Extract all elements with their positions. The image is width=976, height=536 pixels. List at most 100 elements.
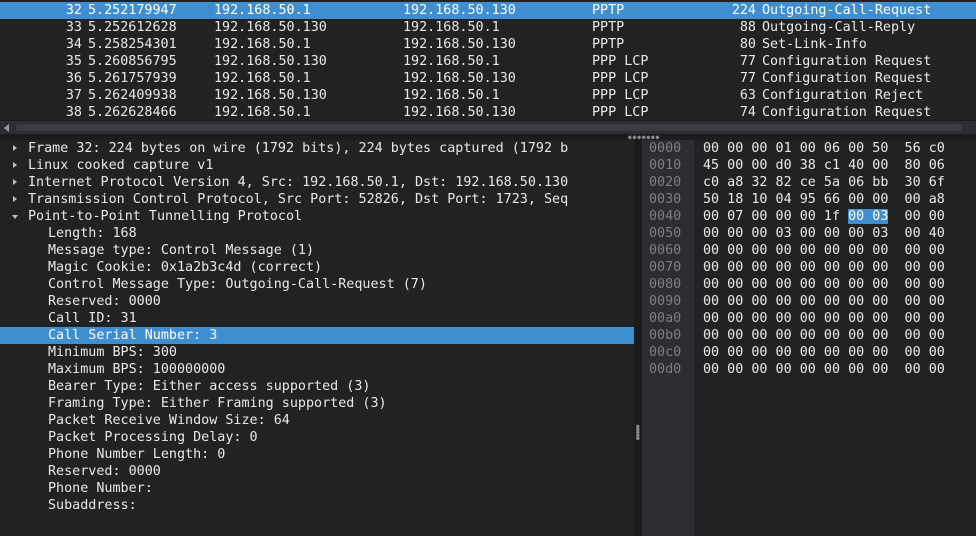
packet-source: 192.168.50.130 bbox=[214, 20, 327, 35]
hex-row[interactable]: 0040 00 07 00 00 00 1f 00 03 00 00 bbox=[642, 208, 976, 225]
hex-offset: 00d0 bbox=[649, 362, 682, 377]
packet-length: 88 bbox=[739, 20, 756, 35]
tree-item[interactable]: Message type: Control Message (1) bbox=[0, 242, 634, 259]
packet-number: 38 bbox=[65, 105, 82, 120]
packet-length: 224 bbox=[731, 3, 756, 18]
hex-row[interactable]: 0000 00 00 00 01 00 06 00 50 56 c0 bbox=[642, 140, 976, 157]
tree-item[interactable]: Transmission Control Protocol, Src Port:… bbox=[0, 191, 634, 208]
hex-offset: 0020 bbox=[649, 175, 682, 190]
hex-bytes[interactable]: 45 00 00 d0 38 c1 40 00 80 06 bbox=[703, 157, 945, 174]
hex-bytes[interactable]: 00 00 00 00 00 00 00 00 00 00 bbox=[703, 310, 945, 327]
packet-destination: 192.168.50.1 bbox=[403, 20, 500, 35]
packet-protocol: PPTP bbox=[592, 3, 625, 18]
hex-bytes[interactable]: 00 00 00 00 00 00 00 00 00 00 bbox=[703, 361, 945, 378]
hex-row[interactable]: 0010 45 00 00 d0 38 c1 40 00 80 06 bbox=[642, 157, 976, 174]
hex-bytes[interactable]: c0 a8 32 82 ce 5a 06 bb 30 6f bbox=[703, 174, 945, 191]
packet-row[interactable]: 34 5.258254301 192.168.50.1 192.168.50.130 P… bbox=[0, 36, 976, 53]
packet-details-tree[interactable]: Frame 32: 224 bytes on wire (1792 bits),… bbox=[0, 140, 634, 536]
packet-number: 36 bbox=[65, 71, 82, 86]
hex-bytes-pre: 50 18 10 04 95 66 00 00 00 a8 bbox=[703, 192, 945, 207]
hex-bytes[interactable]: 00 00 00 00 00 00 00 00 00 00 bbox=[703, 276, 945, 293]
tree-item[interactable]: Control Message Type: Outgoing-Call-Requ… bbox=[0, 276, 634, 293]
tree-item[interactable]: Reserved: 0000 bbox=[0, 463, 634, 480]
hex-row[interactable]: 0080 00 00 00 00 00 00 00 00 00 00 bbox=[642, 276, 976, 293]
tree-item[interactable]: Length: 168 bbox=[0, 225, 634, 242]
tree-item-label: Transmission Control Protocol, Src Port:… bbox=[28, 192, 569, 207]
packet-row[interactable]: 32 5.252179947 192.168.50.1 192.168.50.130 P… bbox=[0, 2, 976, 19]
packet-row[interactable]: 36 5.261757939 192.168.50.1 192.168.50.130 P… bbox=[0, 70, 976, 87]
hex-bytes[interactable]: 00 07 00 00 00 1f 00 03 00 00 bbox=[703, 208, 945, 225]
packet-source: 192.168.50.1 bbox=[214, 71, 311, 86]
packet-destination: 192.168.50.1 bbox=[403, 54, 500, 69]
hex-row[interactable]: 0030 50 18 10 04 95 66 00 00 00 a8 bbox=[642, 191, 976, 208]
hex-bytes[interactable]: 00 00 00 01 00 06 00 50 56 c0 bbox=[703, 140, 945, 157]
hex-bytes[interactable]: 00 00 00 00 00 00 00 00 00 00 bbox=[703, 242, 945, 259]
vertical-splitter[interactable]: ● ● ● ● ● bbox=[634, 140, 642, 536]
tree-item[interactable]: Internet Protocol Version 4, Src: 192.16… bbox=[0, 174, 634, 191]
hex-bytes[interactable]: 00 00 00 00 00 00 00 00 00 00 bbox=[703, 327, 945, 344]
triangle-right-icon[interactable] bbox=[11, 157, 21, 174]
packet-row[interactable]: 38 5.262628466 192.168.50.1 192.168.50.130 P… bbox=[0, 104, 976, 120]
tree-item[interactable]: Maximum BPS: 100000000 bbox=[0, 361, 634, 378]
packet-info: Configuration Request bbox=[762, 105, 932, 120]
hex-bytes[interactable]: 00 00 00 00 00 00 00 00 00 00 bbox=[703, 293, 945, 310]
packet-destination: 192.168.50.130 bbox=[403, 105, 516, 120]
hex-offset: 0060 bbox=[649, 243, 682, 258]
triangle-right-icon[interactable] bbox=[11, 174, 21, 191]
packet-row[interactable]: 35 5.260856795 192.168.50.130 192.168.50.1 P… bbox=[0, 53, 976, 70]
hex-bytes[interactable]: 00 00 00 00 00 00 00 00 00 00 bbox=[703, 344, 945, 361]
packet-bytes-pane[interactable]: 0000 00 00 00 01 00 06 00 50 56 c0 0010 45 … bbox=[642, 140, 976, 536]
tree-item[interactable]: Subaddress: bbox=[0, 497, 634, 514]
packet-source: 192.168.50.1 bbox=[214, 3, 311, 18]
hex-bytes[interactable]: 00 00 00 00 00 00 00 00 00 00 bbox=[703, 259, 945, 276]
tree-item[interactable]: Framing Type: Either Framing supported (… bbox=[0, 395, 634, 412]
triangle-down-icon[interactable] bbox=[11, 208, 21, 225]
hex-row[interactable]: 0070 00 00 00 00 00 00 00 00 00 00 bbox=[642, 259, 976, 276]
packet-source: 192.168.50.130 bbox=[214, 54, 327, 69]
packet-source: 192.168.50.1 bbox=[214, 105, 311, 120]
tree-item-label: Packet Processing Delay: 0 bbox=[48, 430, 258, 445]
tree-item[interactable]: Packet Processing Delay: 0 bbox=[0, 429, 634, 446]
tree-item[interactable]: Call Serial Number: 3 bbox=[0, 327, 634, 344]
hex-row[interactable]: 0020 c0 a8 32 82 ce 5a 06 bb 30 6f bbox=[642, 174, 976, 191]
arrow-left-icon[interactable] bbox=[4, 124, 9, 132]
tree-item[interactable]: Point-to-Point Tunnelling Protocol bbox=[0, 208, 634, 225]
hex-bytes[interactable]: 00 00 00 03 00 00 00 03 00 40 bbox=[703, 225, 945, 242]
hex-bytes[interactable]: 50 18 10 04 95 66 00 00 00 a8 bbox=[703, 191, 945, 208]
scrollbar-thumb[interactable] bbox=[16, 124, 962, 131]
packet-destination: 192.168.50.130 bbox=[403, 71, 516, 86]
hex-row[interactable]: 0050 00 00 00 03 00 00 00 03 00 40 bbox=[642, 225, 976, 242]
hex-row[interactable]: 0090 00 00 00 00 00 00 00 00 00 00 bbox=[642, 293, 976, 310]
hex-row[interactable]: 00b0 00 00 00 00 00 00 00 00 00 00 bbox=[642, 327, 976, 344]
tree-item[interactable]: Phone Number: bbox=[0, 480, 634, 497]
tree-item[interactable]: Minimum BPS: 300 bbox=[0, 344, 634, 361]
packet-time: 5.260856795 bbox=[88, 54, 177, 69]
packet-info: Configuration Reject bbox=[762, 88, 924, 103]
tree-item[interactable]: Magic Cookie: 0x1a2b3c4d (correct) bbox=[0, 259, 634, 276]
hex-bytes-pre: 00 00 00 00 00 00 00 00 00 00 bbox=[703, 362, 945, 377]
hex-bytes-post: 00 00 bbox=[888, 209, 945, 224]
tree-item[interactable]: Call ID: 31 bbox=[0, 310, 634, 327]
packet-row[interactable]: 37 5.262409938 192.168.50.130 192.168.50.1 P… bbox=[0, 87, 976, 104]
tree-item-label: Message type: Control Message (1) bbox=[48, 243, 315, 258]
packet-source: 192.168.50.1 bbox=[214, 37, 311, 52]
hex-row[interactable]: 0060 00 00 00 00 00 00 00 00 00 00 bbox=[642, 242, 976, 259]
hex-row[interactable]: 00c0 00 00 00 00 00 00 00 00 00 00 bbox=[642, 344, 976, 361]
tree-item[interactable]: Linux cooked capture v1 bbox=[0, 157, 634, 174]
packet-row[interactable]: 33 5.252612628 192.168.50.130 192.168.50.1 P… bbox=[0, 19, 976, 36]
tree-item[interactable]: Phone Number Length: 0 bbox=[0, 446, 634, 463]
hex-row[interactable]: 00a0 00 00 00 00 00 00 00 00 00 00 bbox=[642, 310, 976, 327]
packet-protocol: PPTP bbox=[592, 20, 625, 35]
triangle-right-icon[interactable] bbox=[11, 191, 21, 208]
triangle-right-icon[interactable] bbox=[11, 140, 21, 157]
packet-list[interactable]: 32 5.252179947 192.168.50.1 192.168.50.130 P… bbox=[0, 0, 976, 120]
tree-item[interactable]: Reserved: 0000 bbox=[0, 293, 634, 310]
packet-number: 33 bbox=[65, 20, 82, 35]
tree-item[interactable]: Frame 32: 224 bytes on wire (1792 bits),… bbox=[0, 140, 634, 157]
tree-item-label: Minimum BPS: 300 bbox=[48, 345, 177, 360]
packet-length: 63 bbox=[739, 88, 756, 103]
tree-item[interactable]: Bearer Type: Either access supported (3) bbox=[0, 378, 634, 395]
packet-list-horizontal-scrollbar[interactable] bbox=[0, 120, 976, 134]
hex-row[interactable]: 00d0 00 00 00 00 00 00 00 00 00 00 bbox=[642, 361, 976, 378]
tree-item[interactable]: Packet Receive Window Size: 64 bbox=[0, 412, 634, 429]
